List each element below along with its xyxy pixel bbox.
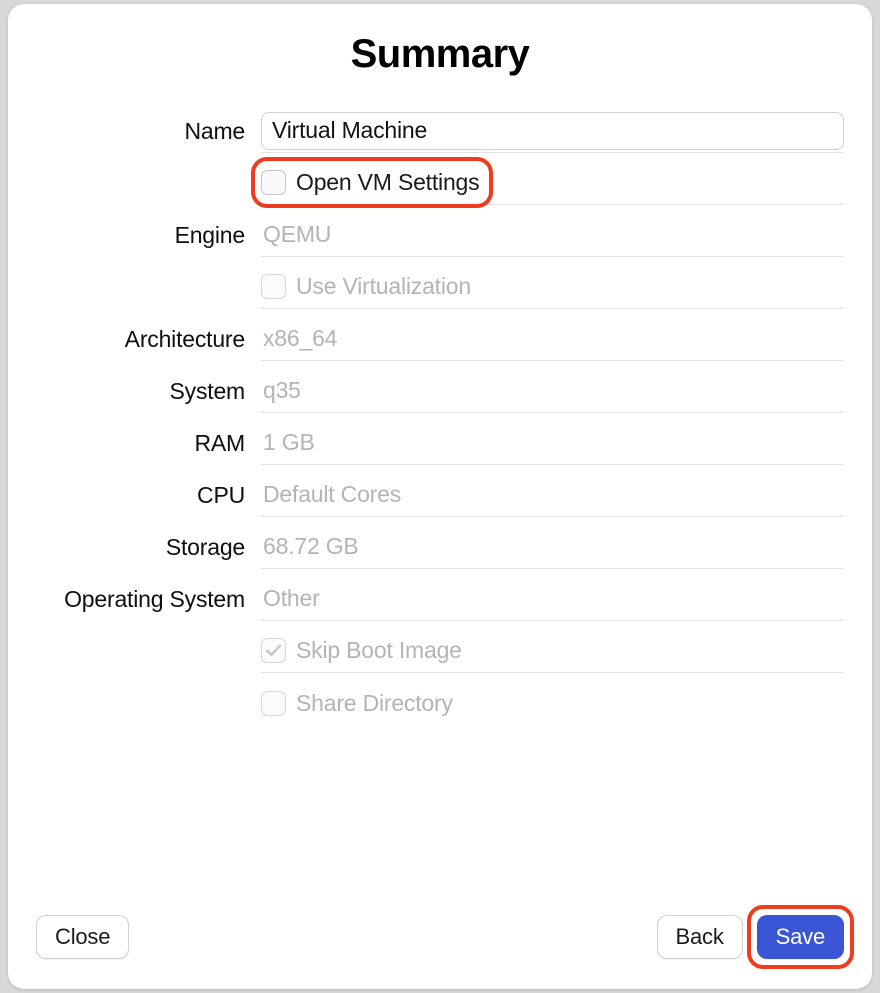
name-input[interactable] bbox=[261, 112, 844, 150]
field-engine: QEMU bbox=[261, 213, 844, 257]
row-ram: RAM 1 GB bbox=[36, 417, 844, 469]
field-open-settings: Open VM Settings bbox=[261, 161, 844, 205]
footer: Close Back Save bbox=[36, 915, 844, 959]
back-button[interactable]: Back bbox=[657, 915, 743, 959]
row-architecture: Architecture x86_64 bbox=[36, 313, 844, 365]
summary-form: Name Open VM Settings Engine bbox=[36, 105, 844, 895]
field-ram: 1 GB bbox=[261, 421, 844, 465]
row-name: Name bbox=[36, 105, 844, 157]
summary-panel: Summary Name Open VM Settings bbox=[8, 4, 872, 989]
row-engine: Engine QEMU bbox=[36, 209, 844, 261]
checkbox-unchecked-icon bbox=[261, 170, 286, 195]
field-name bbox=[261, 109, 844, 153]
skip-boot-image-label: Skip Boot Image bbox=[296, 637, 462, 664]
field-skip-boot: Skip Boot Image bbox=[261, 629, 844, 673]
use-virtualization-label: Use Virtualization bbox=[296, 273, 471, 300]
checkbox-unchecked-icon bbox=[261, 274, 286, 299]
field-cpu: Default Cores bbox=[261, 473, 844, 517]
row-skip-boot: Skip Boot Image bbox=[36, 625, 844, 677]
value-storage: 68.72 GB bbox=[261, 527, 361, 566]
field-os: Other bbox=[261, 577, 844, 621]
share-directory-checkbox: Share Directory bbox=[261, 686, 453, 721]
checkbox-checked-icon bbox=[261, 638, 286, 663]
label-storage: Storage bbox=[36, 534, 261, 561]
label-system: System bbox=[36, 378, 261, 405]
field-system: q35 bbox=[261, 369, 844, 413]
page-title: Summary bbox=[36, 32, 844, 77]
row-virtualization: Use Virtualization bbox=[36, 261, 844, 313]
share-directory-label: Share Directory bbox=[296, 690, 453, 717]
value-engine: QEMU bbox=[261, 215, 333, 254]
field-storage: 68.72 GB bbox=[261, 525, 844, 569]
field-architecture: x86_64 bbox=[261, 317, 844, 361]
label-architecture: Architecture bbox=[36, 326, 261, 353]
use-virtualization-checkbox: Use Virtualization bbox=[261, 269, 471, 304]
row-open-settings: Open VM Settings bbox=[36, 157, 844, 209]
open-settings-highlight: Open VM Settings bbox=[261, 165, 479, 200]
value-ram: 1 GB bbox=[261, 423, 317, 462]
label-name: Name bbox=[36, 118, 261, 145]
row-os: Operating System Other bbox=[36, 573, 844, 625]
save-highlight: Save bbox=[757, 915, 844, 959]
row-cpu: CPU Default Cores bbox=[36, 469, 844, 521]
checkbox-unchecked-icon bbox=[261, 691, 286, 716]
value-system: q35 bbox=[261, 371, 303, 410]
close-button[interactable]: Close bbox=[36, 915, 129, 959]
label-os: Operating System bbox=[36, 586, 261, 613]
label-cpu: CPU bbox=[36, 482, 261, 509]
row-storage: Storage 68.72 GB bbox=[36, 521, 844, 573]
field-share-dir: Share Directory bbox=[261, 681, 844, 725]
row-share-dir: Share Directory bbox=[36, 677, 844, 729]
value-architecture: x86_64 bbox=[261, 319, 339, 358]
value-os: Other bbox=[261, 579, 322, 618]
field-virtualization: Use Virtualization bbox=[261, 265, 844, 309]
right-buttons: Back Save bbox=[657, 915, 844, 959]
save-button[interactable]: Save bbox=[757, 915, 844, 959]
row-system: System q35 bbox=[36, 365, 844, 417]
label-engine: Engine bbox=[36, 222, 261, 249]
value-cpu: Default Cores bbox=[261, 475, 403, 514]
open-vm-settings-label: Open VM Settings bbox=[296, 169, 479, 196]
open-vm-settings-checkbox[interactable]: Open VM Settings bbox=[261, 165, 479, 200]
label-ram: RAM bbox=[36, 430, 261, 457]
skip-boot-image-checkbox: Skip Boot Image bbox=[261, 633, 462, 668]
